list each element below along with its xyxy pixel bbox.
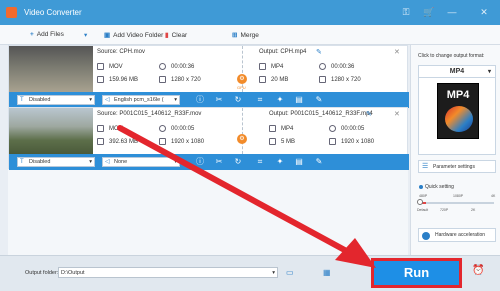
red-arrow-annotation [117, 125, 376, 268]
arrow-shaft [117, 125, 355, 257]
arrow-head [335, 238, 376, 268]
